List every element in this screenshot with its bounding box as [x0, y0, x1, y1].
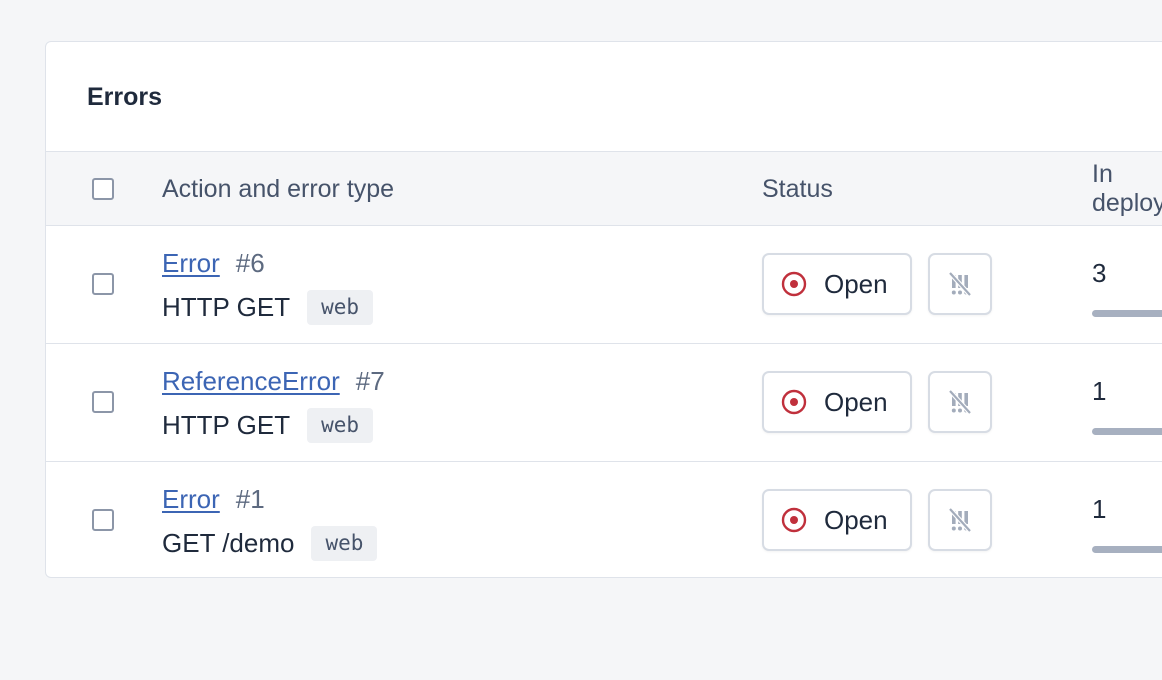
error-type-link[interactable]: Error: [162, 484, 220, 514]
error-title: Error #6: [162, 248, 265, 279]
error-number: #1: [235, 484, 265, 514]
status-label: Open: [824, 386, 888, 417]
select-all-checkbox[interactable]: [92, 178, 114, 200]
status-open-button[interactable]: Open: [762, 371, 912, 433]
table-row: Error #1 GET /demo web Open 1: [46, 462, 1162, 577]
deploy-bar: [1092, 428, 1162, 435]
error-number: #6: [235, 248, 265, 278]
panel-header: Errors: [46, 42, 1162, 152]
deploy-bar: [1092, 310, 1162, 317]
mute-notifications-button[interactable]: [928, 371, 992, 433]
action-line: HTTP GET web: [162, 408, 374, 443]
deploy-count: 1: [1092, 376, 1107, 406]
action-name: GET /demo: [162, 528, 295, 558]
mute-notifications-button[interactable]: [928, 489, 992, 551]
notifications-off-icon: [948, 507, 972, 533]
error-type-link[interactable]: Error: [162, 248, 220, 278]
status-open-button[interactable]: Open: [762, 253, 912, 315]
status-label: Open: [824, 268, 888, 299]
mute-notifications-button[interactable]: [928, 253, 992, 315]
column-header-status: Status: [762, 174, 833, 203]
deploy-bar: [1092, 546, 1162, 553]
row-checkbox[interactable]: [92, 273, 114, 295]
action-name: HTTP GET: [162, 292, 291, 322]
column-header-action: Action and error type: [162, 174, 395, 203]
notifications-off-icon: [948, 271, 972, 297]
status-label: Open: [824, 504, 888, 535]
target-icon: [781, 271, 807, 297]
status-open-button[interactable]: Open: [762, 489, 912, 551]
error-type-link[interactable]: ReferenceError: [162, 366, 340, 396]
action-name: HTTP GET: [162, 410, 291, 440]
notifications-off-icon: [948, 389, 972, 415]
target-icon: [781, 389, 807, 415]
namespace-tag: web: [307, 408, 374, 443]
deploy-count: 1: [1092, 494, 1107, 524]
action-line: GET /demo web: [162, 526, 378, 561]
deploy-count: 3: [1092, 258, 1107, 288]
error-number: #7: [355, 366, 385, 396]
table-header: Action and error type Status In deploy: [46, 152, 1162, 226]
target-icon: [781, 507, 807, 533]
column-header-deploy: In deploy: [1092, 160, 1162, 217]
row-checkbox[interactable]: [92, 509, 114, 531]
error-title: Error #1: [162, 484, 265, 515]
table-row: ReferenceError #7 HTTP GET web Open 1: [46, 344, 1162, 462]
errors-panel: Errors Action and error type Status In d…: [45, 41, 1162, 578]
panel-title: Errors: [87, 83, 163, 111]
table-row: Error #6 HTTP GET web Open 3: [46, 226, 1162, 344]
namespace-tag: web: [311, 526, 378, 561]
error-title: ReferenceError #7: [162, 366, 385, 397]
namespace-tag: web: [307, 290, 374, 325]
row-checkbox[interactable]: [92, 391, 114, 413]
action-line: HTTP GET web: [162, 290, 374, 325]
